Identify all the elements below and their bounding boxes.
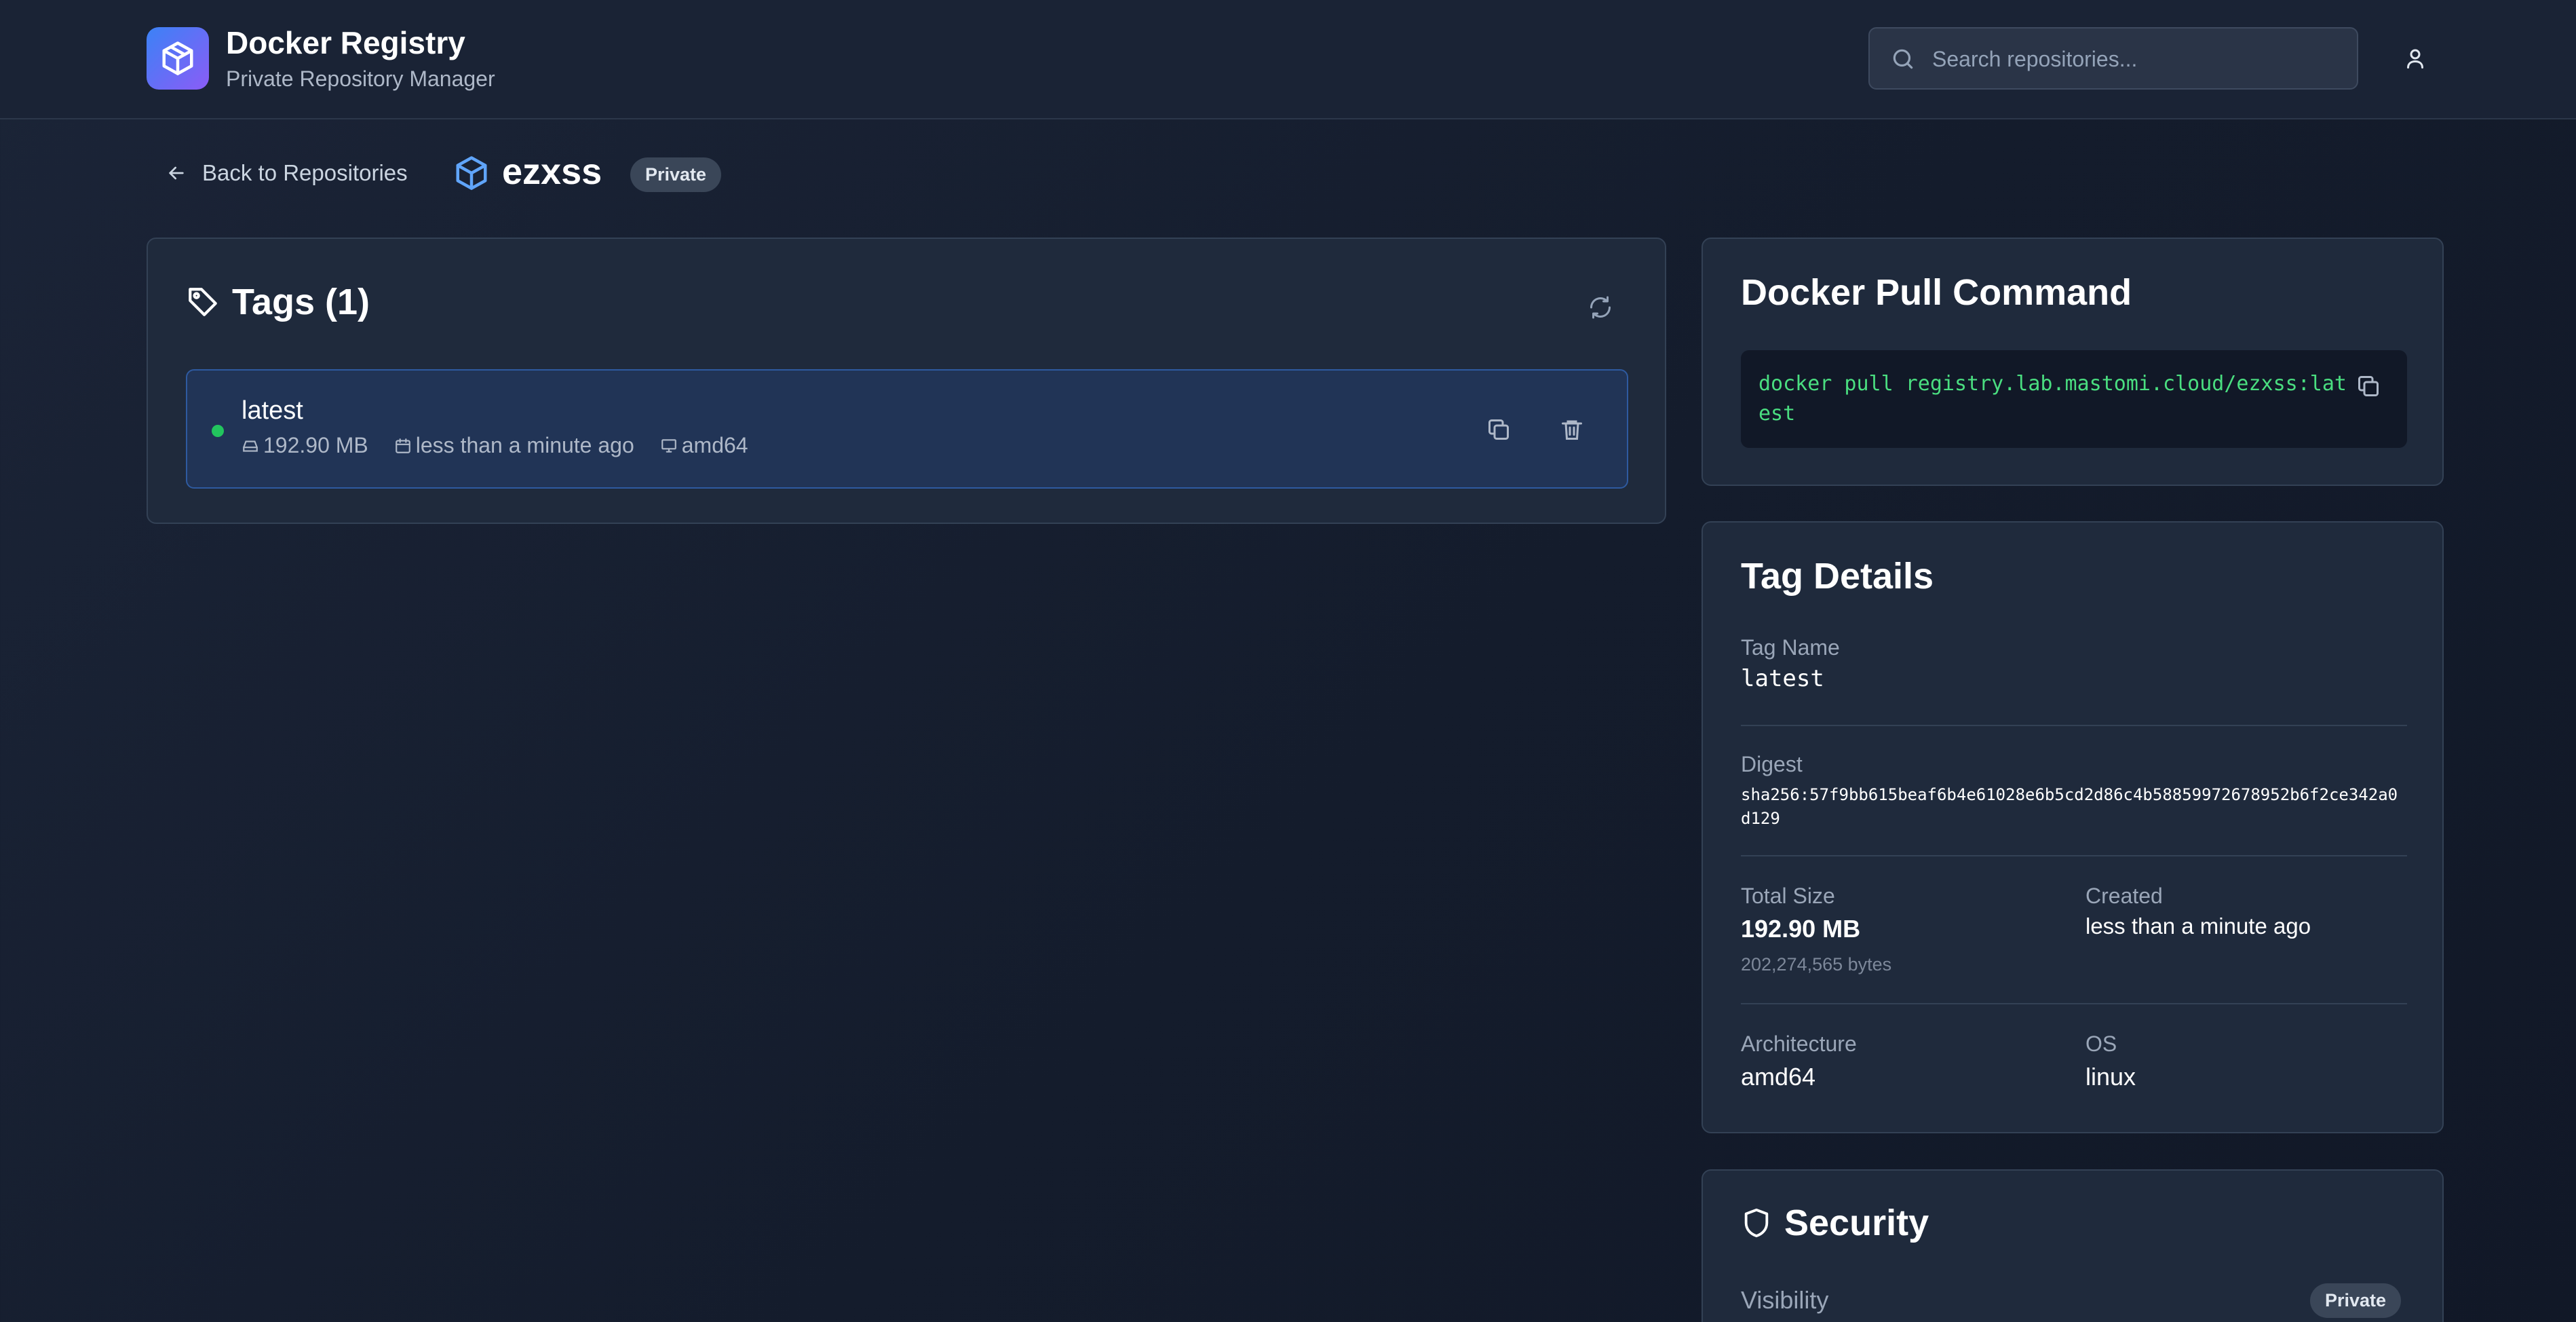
tag-details-title: Tag Details (1741, 556, 1934, 597)
tag-size: 192.90 MB (242, 433, 368, 458)
tag-details-panel: Tag Details Tag Name latest Digest sha25… (1702, 521, 2444, 1133)
user-icon (2407, 49, 2423, 69)
repository-name: ezxss (502, 151, 602, 192)
copy-tag-button[interactable] (1482, 413, 1516, 447)
copy-icon (2358, 376, 2379, 396)
refresh-icon (1590, 296, 1611, 319)
hard-drive-icon (243, 440, 258, 452)
calendar-icon (395, 438, 410, 453)
user-menu-button[interactable] (2395, 38, 2436, 79)
pull-command-text[interactable]: docker pull registry.lab.mastomi.cloud/e… (1758, 369, 2356, 429)
security-heading: Security (1741, 1202, 1929, 1244)
tag-name-value: latest (1741, 665, 1824, 692)
architecture-value: amd64 (1741, 1063, 1816, 1091)
search-box[interactable] (1868, 27, 2358, 90)
tags-title: Tags (1) (232, 282, 370, 322)
tag-created: less than a minute ago (394, 433, 634, 458)
security-title: Security (1784, 1203, 1929, 1243)
shield-icon (1744, 1208, 1769, 1238)
security-panel: Security Visibility Private (1702, 1169, 2444, 1322)
digest-label: Digest (1741, 752, 1803, 776)
total-size-label: Total Size (1741, 884, 1835, 908)
digest-value[interactable]: sha256:57f9bb615beaf6b4e61028e6b5cd2d86c… (1741, 783, 2407, 831)
package-icon (456, 156, 487, 190)
tags-panel: Tags (1) latest 192.90 MB less than a mi… (147, 238, 1666, 524)
top-header: Docker Registry Private Repository Manag… (0, 0, 2576, 119)
divider (1741, 725, 2407, 726)
arrow-left-icon (169, 166, 184, 180)
container-box-icon (162, 41, 193, 75)
back-link-label: Back to Repositories (202, 160, 408, 185)
tag-meta: 192.90 MB less than a minute ago amd64 (242, 433, 774, 458)
created-label: Created (2085, 884, 2163, 908)
divider (1741, 1003, 2407, 1004)
tag-size-value: 192.90 MB (263, 433, 368, 457)
visibility-label: Visibility (1741, 1286, 1829, 1314)
divider (1741, 855, 2407, 856)
monitor-icon (661, 438, 676, 453)
copy-command-button[interactable] (2351, 369, 2385, 403)
app-logo[interactable] (147, 27, 209, 90)
copy-icon (1488, 419, 1509, 440)
pull-command-box: docker pull registry.lab.mastomi.cloud/e… (1741, 350, 2407, 448)
search-input[interactable] (1931, 29, 2347, 90)
created-value: less than a minute ago (2085, 913, 2311, 939)
os-value: linux (2085, 1063, 2136, 1091)
visibility-badge: Private (630, 157, 722, 192)
architecture-label: Architecture (1741, 1032, 1857, 1056)
trash-icon (1562, 420, 1582, 440)
tags-heading: Tags (1) (186, 281, 370, 323)
status-dot (212, 425, 224, 437)
tag-row[interactable]: latest 192.90 MB less than a minute ago … (186, 369, 1628, 489)
app-subtitle: Private Repository Manager (226, 67, 495, 91)
pull-command-title: Docker Pull Command (1741, 272, 2132, 313)
app-title: Docker Registry (226, 25, 465, 60)
tag-architecture: amd64 (660, 433, 748, 458)
tag-icon (189, 288, 217, 316)
back-to-repositories-link[interactable]: Back to Repositories (166, 156, 408, 190)
tag-name-label: Tag Name (1741, 635, 1840, 660)
tag-architecture-value: amd64 (681, 433, 748, 457)
tag-name: latest (242, 396, 303, 425)
delete-tag-button[interactable] (1555, 413, 1589, 447)
security-visibility-badge: Private (2310, 1283, 2402, 1318)
tag-created-value: less than a minute ago (415, 433, 634, 457)
total-size-value: 192.90 MB (1741, 915, 1861, 943)
pull-command-panel: Docker Pull Command docker pull registry… (1702, 238, 2444, 486)
search-icon (1893, 49, 1913, 69)
os-label: OS (2085, 1032, 2117, 1056)
refresh-tags-button[interactable] (1583, 290, 1617, 324)
total-size-bytes: 202,274,565 bytes (1741, 954, 1892, 975)
